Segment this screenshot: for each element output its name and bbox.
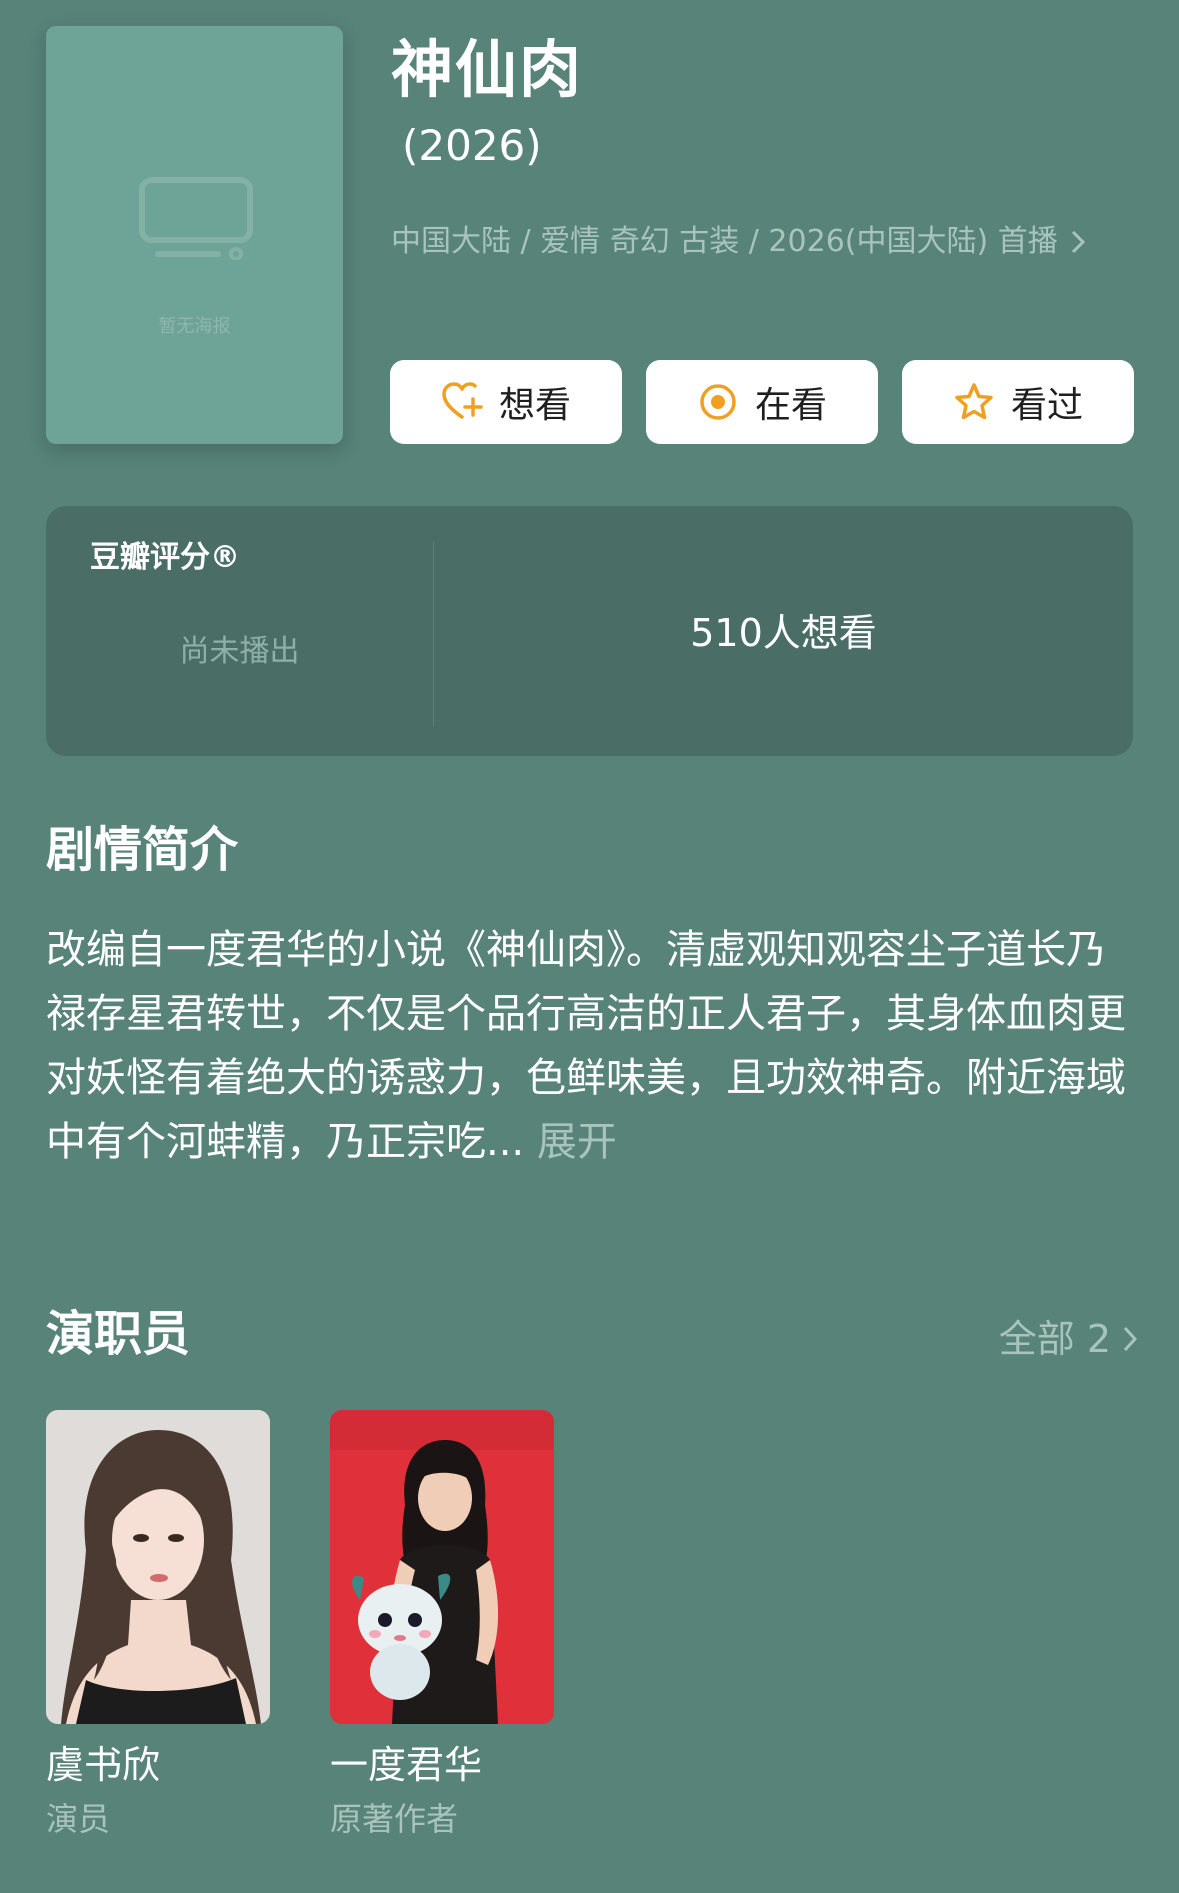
synopsis-text-block: 改编自一度君华的小说《神仙肉》。清虚观知观容尘子道长乃禄存星君转世，不仅是个品行… [46,918,1136,1174]
tv-icon [139,177,253,260]
cast-role-2: 原著作者 [330,1800,459,1838]
portrait-image [330,1410,554,1724]
synopsis-title: 剧情简介 [46,822,239,878]
poster-placeholder[interactable]: 暂无海报 [46,26,343,444]
douban-rating-label: 豆瓣评分® [90,540,240,575]
cast-name-1[interactable]: 虞书欣 [46,1738,160,1792]
cast-title: 演职员 [46,1306,191,1362]
expand-link[interactable]: 展开 [537,1119,617,1165]
poster-placeholder-text: 暂无海报 [158,316,231,337]
cast-role-1: 演员 [46,1800,111,1838]
want-to-watch-label: 想看 [498,385,571,426]
star-icon [955,383,993,420]
chevron-right-icon [1123,1326,1138,1352]
heart-plus-icon [442,382,483,419]
chevron-right-icon [1071,230,1085,254]
watched-button[interactable]: 看过 [902,360,1134,444]
movie-meta-link[interactable]: 中国大陆 / 爱情 奇幻 古装 / 2026(中国大陆) 首播 [391,220,1088,264]
want-count: 510人想看 [690,611,877,655]
rating-card[interactable]: 豆瓣评分® 尚未播出 510人想看 [46,506,1133,756]
portrait-image [46,1410,270,1724]
movie-meta-text: 中国大陆 / 爱情 奇幻 古装 / 2026(中国大陆) 首播 [391,224,1058,259]
want-to-watch-button[interactable]: 想看 [390,360,622,444]
watching-button[interactable]: 在看 [646,360,878,444]
cast-all-label: 全部 2 [998,1317,1111,1361]
cast-photo-author[interactable] [330,1410,554,1724]
cast-all-link[interactable]: 全部 2 [999,1312,1141,1366]
movie-title: 神仙肉 [391,33,584,106]
cast-name-2[interactable]: 一度君华 [330,1738,482,1792]
watching-label: 在看 [754,385,827,426]
record-icon [700,384,736,420]
watched-label: 看过 [1010,385,1083,426]
cast-photo-actor[interactable] [46,1410,270,1724]
rating-status: 尚未播出 [179,634,300,669]
movie-year: (2026) [402,121,542,170]
